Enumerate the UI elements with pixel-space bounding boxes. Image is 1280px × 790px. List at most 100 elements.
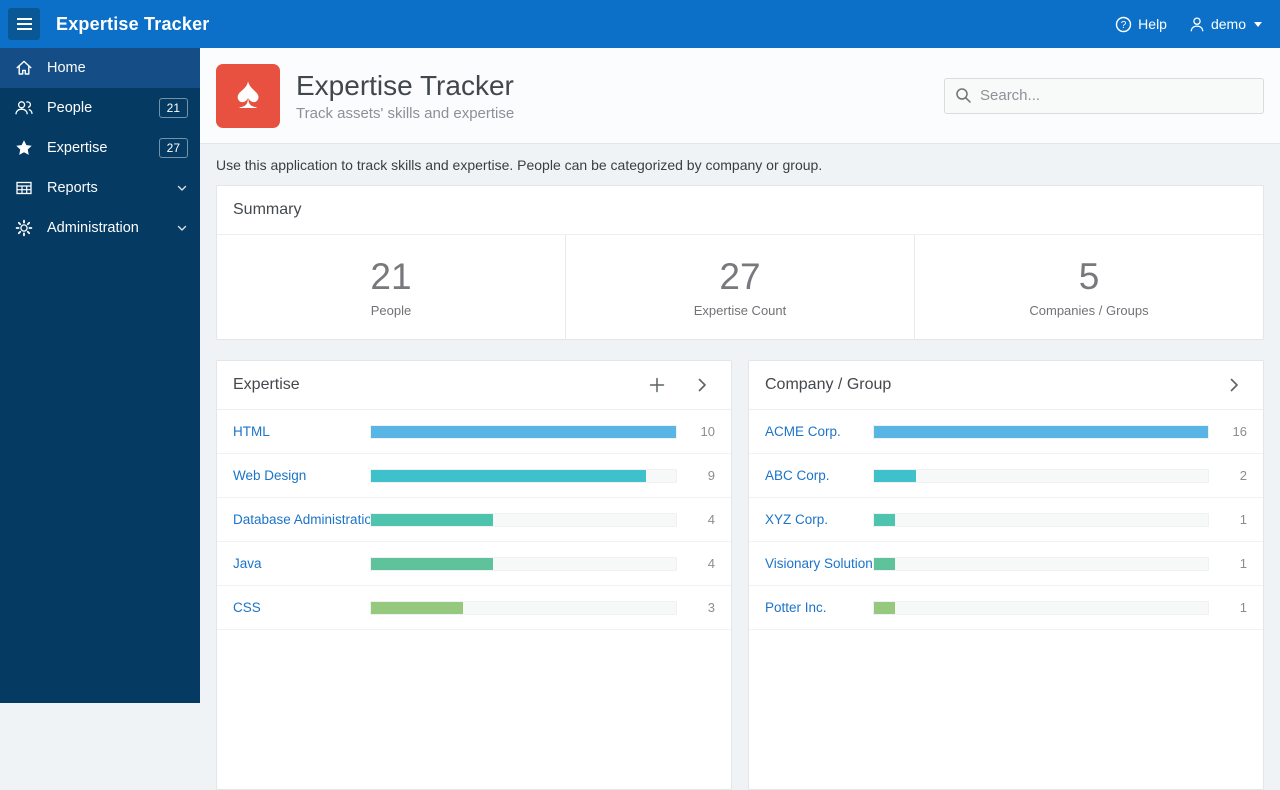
sidebar-navigation: Home People 21 Expertise 27 Reports Admi… [0,48,200,703]
company-card-actions [1223,374,1245,396]
bar-fill [874,514,895,526]
topbar-actions: ? Help demo [1115,16,1280,33]
sidebar-item-expertise[interactable]: Expertise 27 [0,128,200,168]
expertise-link[interactable]: CSS [233,600,370,615]
user-menu[interactable]: demo [1189,16,1262,33]
main-content: ♠ Expertise Tracker Track assets' skills… [200,48,1280,703]
top-navigation-bar: Expertise Tracker ? Help demo [0,0,1280,48]
expertise-card-open-button[interactable] [691,374,713,396]
bar-fill [371,514,493,526]
help-icon: ? [1115,16,1132,33]
expertise-link[interactable]: Database Administration [233,512,370,527]
chevron-right-icon [693,376,711,394]
people-icon [14,98,34,118]
bar-fill [874,602,895,614]
stat-value: 5 [1079,256,1100,298]
search-input[interactable] [980,87,1253,104]
app-spade-icon: ♠ [216,64,280,128]
sidebar-item-people[interactable]: People 21 [0,88,200,128]
bar-fill [371,470,646,482]
stat-expertise-count: 27 Expertise Count [565,235,914,339]
page-title: Expertise Tracker [296,70,514,102]
page-header: ♠ Expertise Tracker Track assets' skills… [200,48,1280,144]
summary-title: Summary [233,201,301,219]
bar-fill [371,426,676,438]
expertise-card-actions [645,373,713,397]
expertise-count-badge: 27 [159,138,188,158]
bar-track [370,557,677,571]
list-item: Potter Inc. 1 [749,586,1263,630]
summary-card-header: Summary [217,186,1263,235]
summary-stats: 21 People 27 Expertise Count 5 Companies… [217,235,1263,339]
bar-fill [874,470,916,482]
row-value: 16 [1209,424,1247,439]
row-value: 1 [1209,556,1247,571]
report-table-icon [14,178,34,198]
company-card-open-button[interactable] [1223,374,1245,396]
sidebar-item-label: Administration [47,220,139,236]
sidebar-item-home[interactable]: Home [0,48,200,88]
bar-track [873,601,1209,615]
company-link[interactable]: Potter Inc. [765,600,873,615]
app-title: Expertise Tracker [56,14,210,35]
help-label: Help [1138,16,1167,32]
sidebar-item-administration[interactable]: Administration [0,208,200,248]
row-value: 1 [1209,600,1247,615]
user-label: demo [1211,16,1246,32]
help-link[interactable]: ? Help [1115,16,1167,33]
list-item: Visionary Solutions 1 [749,542,1263,586]
bar-track [370,513,677,527]
company-link[interactable]: XYZ Corp. [765,512,873,527]
bar-track [370,425,677,439]
sidebar-item-label: People [47,100,92,116]
hamburger-menu-button[interactable] [8,8,40,40]
list-item: Java 4 [217,542,731,586]
bar-fill [874,426,1208,438]
company-link[interactable]: ABC Corp. [765,468,873,483]
star-icon [14,138,34,158]
summary-card: Summary 21 People 27 Expertise Count 5 C… [216,185,1264,340]
list-item: Web Design 9 [217,454,731,498]
page-subtitle: Track assets' skills and expertise [296,105,514,122]
bar-fill [371,558,493,570]
people-count-badge: 21 [159,98,188,118]
expertise-link[interactable]: Web Design [233,468,370,483]
chevron-right-icon [1225,376,1243,394]
expertise-card: Expertise [216,360,732,790]
sidebar-item-reports[interactable]: Reports [0,168,200,208]
bar-track [873,425,1209,439]
company-group-card: Company / Group ACME Corp. 16 [748,360,1264,790]
list-item: ABC Corp. 2 [749,454,1263,498]
company-card-header: Company / Group [749,361,1263,410]
expertise-link[interactable]: HTML [233,424,370,439]
row-value: 9 [677,468,715,483]
add-expertise-button[interactable] [645,373,669,397]
stat-value: 27 [719,256,760,298]
plus-icon [647,375,667,395]
gear-icon [14,218,34,238]
chevron-down-icon [176,222,188,234]
list-item: XYZ Corp. 1 [749,498,1263,542]
bar-track [873,469,1209,483]
sidebar-item-label: Home [47,60,86,76]
expertise-link[interactable]: Java [233,556,370,571]
sidebar-item-label: Expertise [47,140,107,156]
expertise-card-header: Expertise [217,361,731,410]
bar-track [873,513,1209,527]
company-link[interactable]: ACME Corp. [765,424,873,439]
row-value: 3 [677,600,715,615]
page-titles: Expertise Tracker Track assets' skills a… [296,70,514,122]
sidebar-item-label: Reports [47,180,98,196]
row-value: 2 [1209,468,1247,483]
row-value: 4 [677,556,715,571]
row-value: 10 [677,424,715,439]
expertise-list: HTML 10 Web Design 9 Database Administra… [217,410,731,630]
bar-track [370,601,677,615]
search-box[interactable] [944,78,1264,114]
chevron-down-icon [176,182,188,194]
list-item: CSS 3 [217,586,731,630]
company-link[interactable]: Visionary Solutions [765,556,873,571]
bar-track [873,557,1209,571]
intro-text: Use this application to track skills and… [216,157,1264,185]
user-icon [1189,16,1205,33]
